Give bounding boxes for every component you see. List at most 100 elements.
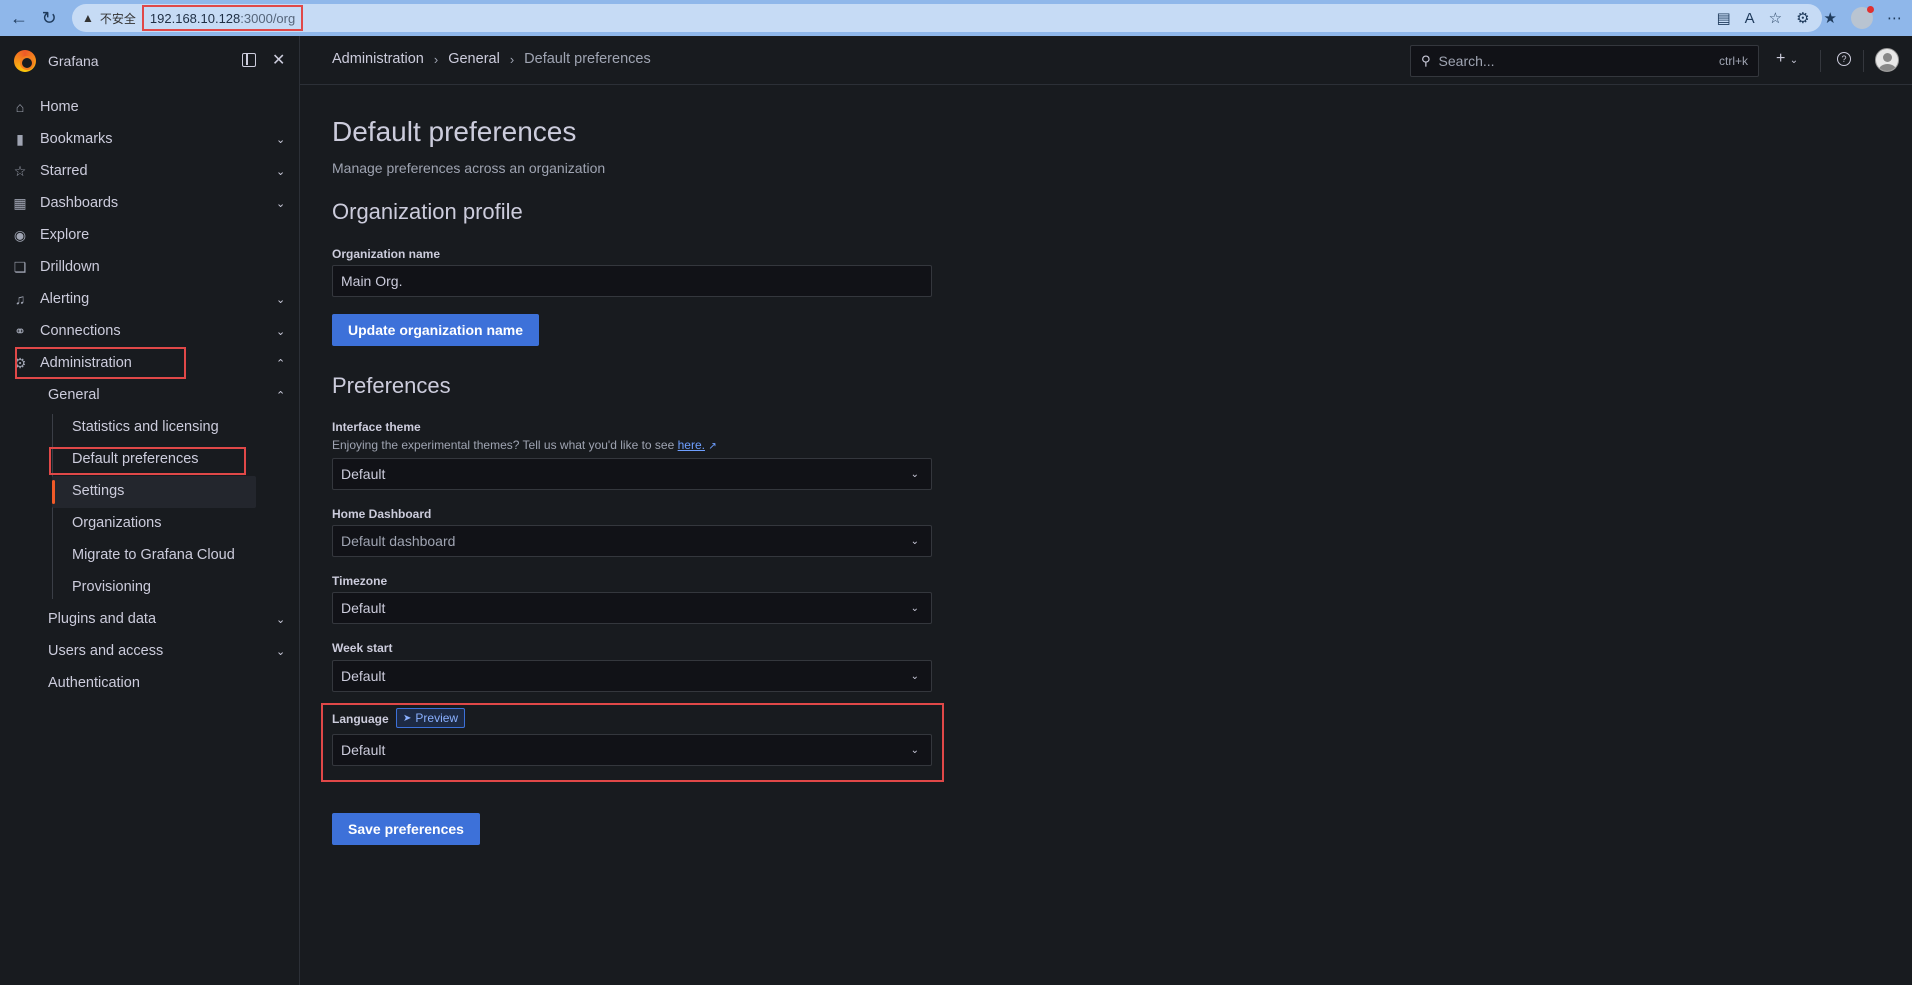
update-org-name-button[interactable]: Update organization name [332, 314, 540, 346]
read-aloud-icon[interactable]: A [1745, 10, 1755, 27]
org-name-field[interactable]: Main Org. [332, 265, 932, 297]
chevron-down-icon[interactable]: ⌄ [276, 325, 285, 338]
connections-icon: ⚭ [14, 322, 26, 339]
add-menu-button[interactable]: + ⌄ [1776, 50, 1798, 68]
warning-icon: ▲ [82, 11, 94, 25]
profile-icon[interactable] [1851, 6, 1874, 29]
top-bar: Administration › General › Default prefe… [300, 36, 1912, 85]
chevron-down-icon[interactable]: ⌄ [276, 645, 285, 658]
sidebar-item-general[interactable]: General ⌃ [0, 379, 300, 411]
brand-name: Grafana [48, 52, 99, 69]
breadcrumb-administration[interactable]: Administration [332, 51, 424, 67]
sidebar-item-explore[interactable]: ◉ Explore [0, 219, 300, 251]
refresh-icon[interactable]: ↻ [34, 3, 64, 33]
sidebar-item-plugins[interactable]: Plugins and data ⌄ [0, 603, 300, 635]
chevron-down-icon: ⌄ [910, 535, 919, 547]
sidebar-item-administration[interactable]: ⚙ Administration ⌃ [0, 347, 300, 379]
chevron-down-icon[interactable]: ⌄ [276, 613, 285, 626]
favorite-icon[interactable]: ☆ [1769, 9, 1782, 27]
timezone-label: Timezone [332, 574, 388, 588]
address-bar[interactable]: ▲ 不安全 192.168.10.128:3000/org [72, 4, 1822, 32]
sidebar-item-label: General [48, 387, 100, 403]
sidebar-item-label: Authentication [48, 675, 140, 691]
sidebar-item-bookmarks[interactable]: ▮ Bookmarks ⌄ [0, 123, 300, 155]
sidebar-item-label: Dashboards [40, 195, 119, 211]
chevron-up-icon[interactable]: ⌃ [276, 389, 285, 402]
search-icon: ⚲ [1421, 53, 1431, 68]
theme-description: Enjoying the experimental themes? Tell u… [332, 438, 717, 452]
chevron-down-icon[interactable]: ⌄ [276, 133, 285, 146]
browser-actions: ▤ A ☆ ⚙ ★ ⋯ [1716, 4, 1902, 32]
drilldown-icon: ❏ [13, 258, 27, 275]
chevron-down-icon: ⌄ [910, 602, 919, 614]
external-link-icon: ↗ [708, 441, 717, 452]
sidebar-item-label: Starred [40, 163, 88, 179]
sidebar-item-home[interactable]: ⌂ Home [0, 91, 300, 123]
sidebar-item-migrate[interactable]: Migrate to Grafana Cloud [72, 539, 235, 571]
url-text[interactable]: 192.168.10.128:3000/org [141, 5, 304, 31]
grafana-logo-icon[interactable] [14, 49, 36, 72]
divider [1863, 50, 1864, 72]
cog-icon: ⚙ [13, 354, 27, 371]
language-select[interactable]: Default ⌄ [332, 734, 932, 766]
feedback-link[interactable]: here. [678, 438, 705, 452]
sidebar-item-label: Explore [40, 227, 90, 243]
search-shortcut: ctrl+k [1718, 54, 1748, 68]
apps-icon: ▦ [13, 194, 27, 211]
theme-label: Interface theme [332, 420, 421, 434]
page-title: Default preferences [332, 116, 577, 147]
home-dashboard-select[interactable]: Default dashboard ⌄ [332, 525, 932, 557]
dock-menu-icon[interactable] [242, 53, 256, 67]
sidebar-item-authentication[interactable]: Authentication [0, 667, 300, 699]
chevron-up-icon[interactable]: ⌃ [276, 357, 285, 370]
section-organization-profile: Organization profile [332, 199, 523, 224]
chevron-down-icon: ⌄ [1789, 55, 1799, 66]
preview-badge-label: Preview [415, 711, 459, 725]
theme-select[interactable]: Default ⌄ [332, 458, 932, 490]
sidebar-item-users[interactable]: Users and access ⌄ [0, 635, 300, 667]
week-start-label: Week start [332, 641, 393, 655]
chevron-right-icon: › [509, 51, 515, 67]
save-preferences-button[interactable]: Save preferences [332, 813, 480, 845]
org-name-label: Organization name [332, 247, 441, 261]
sidebar-item-provisioning[interactable]: Provisioning [72, 571, 151, 603]
theme-select-value: Default [341, 466, 386, 482]
help-icon[interactable]: ? [1837, 52, 1851, 66]
sidebar-item-default-preferences[interactable]: Default preferences [72, 443, 199, 475]
theme-description-text: Enjoying the experimental themes? Tell u… [332, 438, 675, 452]
timezone-select[interactable]: Default ⌄ [332, 592, 932, 624]
close-icon[interactable]: ✕ [272, 50, 285, 70]
avatar[interactable] [1875, 48, 1899, 72]
url-path: :3000/org [240, 10, 296, 26]
sidebar-item-label: Bookmarks [40, 131, 113, 147]
week-start-select[interactable]: Default ⌄ [332, 660, 932, 692]
sidebar-item-settings[interactable]: Settings [72, 475, 124, 507]
chevron-down-icon[interactable]: ⌄ [276, 293, 285, 306]
bookmark-icon: ▮ [16, 130, 24, 147]
chevron-down-icon[interactable]: ⌄ [276, 165, 285, 178]
week-start-value: Default [341, 668, 386, 684]
chevron-down-icon[interactable]: ⌄ [276, 197, 285, 210]
sidebar-item-alerting[interactable]: ♫ Alerting ⌄ [0, 283, 300, 315]
copilot-icon[interactable]: ▤ [1716, 9, 1730, 27]
more-icon[interactable]: ⋯ [1887, 9, 1902, 27]
sidebar-item-drilldown[interactable]: ❏ Drilldown [0, 251, 300, 283]
search-input[interactable]: ⚲ Search... ctrl+k [1410, 45, 1759, 77]
sidebar-item-statistics[interactable]: Statistics and licensing [72, 411, 219, 443]
sidebar-item-starred[interactable]: ☆ Starred ⌄ [0, 155, 300, 187]
sidebar-item-label: Drilldown [40, 259, 100, 275]
sidebar-item-label: Connections [40, 323, 121, 339]
sidebar-item-dashboards[interactable]: ▦ Dashboards ⌄ [0, 187, 300, 219]
home-icon: ⌂ [15, 99, 25, 115]
sidebar-item-label: Users and access [48, 643, 164, 659]
breadcrumb: Administration › General › Default prefe… [332, 51, 651, 67]
sidebar-item-organizations[interactable]: Organizations [72, 507, 161, 539]
sidebar-header: Grafana ✕ [0, 36, 299, 85]
home-dashboard-value: Default dashboard [341, 533, 456, 549]
breadcrumb-general[interactable]: General [448, 51, 500, 67]
favorites-list-icon[interactable]: ★ [1824, 9, 1837, 27]
back-icon[interactable]: ← [4, 3, 34, 33]
extensions-icon[interactable]: ⚙ [1796, 9, 1809, 27]
chevron-down-icon: ⌄ [910, 744, 919, 756]
sidebar-item-connections[interactable]: ⚭ Connections ⌄ [0, 315, 300, 347]
